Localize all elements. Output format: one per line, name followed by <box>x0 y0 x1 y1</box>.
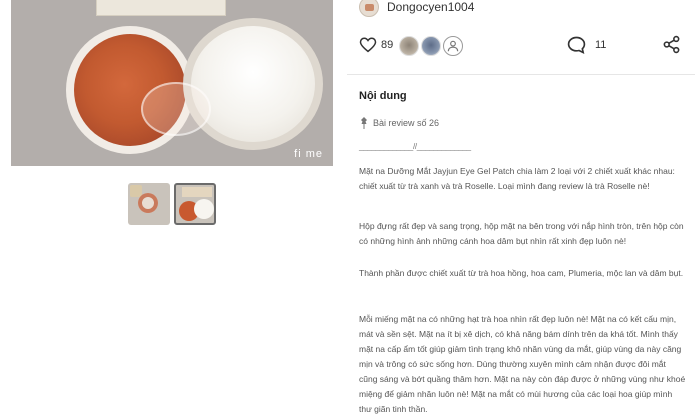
spatula <box>141 82 211 136</box>
paragraph: Mặt na Dưỡng Mắt Jayjun Eye Gel Patch ch… <box>359 166 675 191</box>
pin-icon <box>361 117 367 129</box>
author-row[interactable]: Dongocyen1004 <box>359 0 474 18</box>
likers-list[interactable] <box>399 36 465 56</box>
thumbnail-2[interactable] <box>174 183 216 225</box>
user-avatar[interactable] <box>359 0 379 17</box>
white-gel-jar <box>183 18 323 150</box>
thumbnail-1[interactable] <box>128 183 170 225</box>
tag-label: Bài review số 26 <box>373 118 440 128</box>
photo-watermark: fi me <box>294 148 323 160</box>
action-bar: 89 11 <box>359 34 684 58</box>
divider <box>347 74 695 75</box>
paragraph: Hộp đựng rất đẹp và sang trọng, hộp mặt … <box>359 221 684 246</box>
section-title: Nội dung <box>359 90 407 102</box>
main-product-photo[interactable]: fi me <box>11 0 333 166</box>
share-icon[interactable] <box>662 35 681 54</box>
username[interactable]: Dongocyen1004 <box>387 0 474 14</box>
comment-icon[interactable] <box>566 35 587 55</box>
paragraph: Mỗi miếng mặt na có những hạt trà hoa nh… <box>359 314 686 414</box>
comment-count: 11 <box>595 39 607 51</box>
separator-line: _____________//_____________ <box>359 142 471 151</box>
liker-avatar[interactable] <box>399 36 419 56</box>
user-placeholder-icon[interactable] <box>443 36 463 56</box>
like-count: 89 <box>381 39 394 51</box>
product-box <box>96 0 226 16</box>
paragraph: Thành phần được chiết xuất từ trà hoa hồ… <box>359 268 684 278</box>
review-tag[interactable]: Bài review số 26 <box>359 117 439 129</box>
heart-icon[interactable] <box>359 36 377 54</box>
liker-avatar[interactable] <box>421 36 441 56</box>
